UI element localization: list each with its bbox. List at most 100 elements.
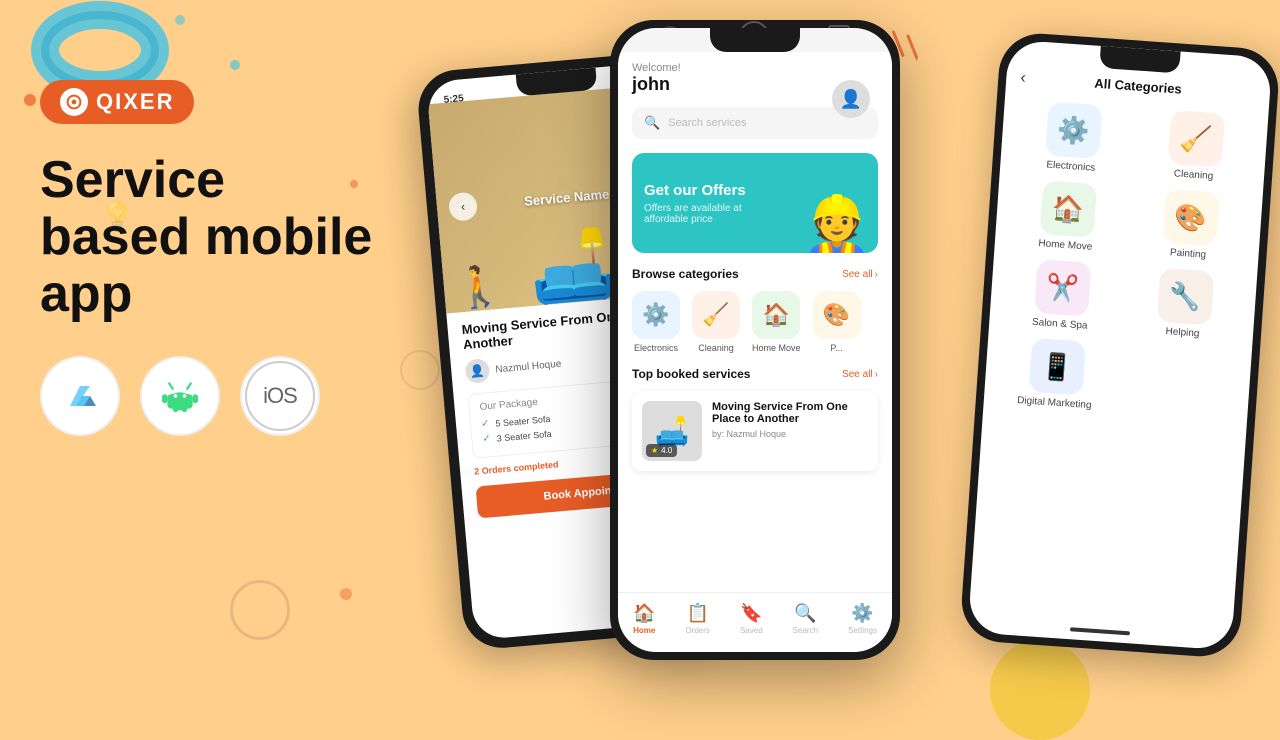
home-move-icon: 🏠 (752, 291, 800, 339)
phone3-helping-label: Helping (1165, 326, 1200, 339)
brand-logo (60, 88, 88, 116)
phone3-helping-icon: 🔧 (1156, 268, 1214, 326)
cat-painting[interactable]: 🎨 P... (813, 291, 861, 353)
nav-settings[interactable]: ⚙️ Settings (848, 603, 877, 635)
phone3-cat-digital[interactable]: 📱 Digital Marketing (998, 336, 1116, 413)
phone-1-avatar: 👤 (464, 358, 490, 384)
top-booked-header: Top booked services See all › (632, 367, 878, 381)
deco-dot-3 (340, 588, 352, 600)
banner-person: 👷 (802, 197, 872, 253)
phone-3-back-button[interactable]: ‹ (1020, 69, 1027, 87)
left-content: QIXER Service based mobile app (40, 80, 380, 436)
booked-card-author: by: Nazmul Hoque (712, 429, 868, 439)
phone-2-categories: ⚙️ Electronics 🧹 Cleaning 🏠 Home Move 🎨 … (632, 291, 878, 353)
browse-section-header: Browse categories See all › (632, 267, 878, 281)
phone-2-user-icon: 👤 (832, 80, 870, 118)
search-nav-icon: 🔍 (794, 603, 816, 624)
phone-2-body: Welcome! john 👤 🔍 Search services Get ou… (618, 52, 892, 616)
phone-3-screen: ‹ All Categories ⚙️ Electronics 🧹 Cleani… (968, 40, 1273, 651)
rating-badge: ★ 4.0 (646, 444, 677, 457)
phone-2-welcome: Welcome! (632, 62, 878, 74)
cat-cleaning-label: Cleaning (698, 343, 734, 353)
booked-card-image: 🛋️ ★ 4.0 (642, 401, 702, 461)
cat-electronics[interactable]: ⚙️ Electronics (632, 291, 680, 353)
settings-nav-icon: ⚙️ (851, 603, 873, 624)
phone3-electronics-label: Electronics (1046, 159, 1096, 173)
top-booked-see-all[interactable]: See all › (842, 369, 878, 380)
rating-value: 4.0 (661, 446, 672, 455)
phone-2-notch (710, 28, 800, 52)
phone3-cat-home-move[interactable]: 🏠 Home Move (1009, 178, 1127, 255)
saved-nav-label: Saved (740, 626, 763, 635)
phone3-home-move-icon: 🏠 (1039, 180, 1097, 238)
settings-nav-label: Settings (848, 626, 877, 635)
painting-icon: 🎨 (813, 291, 861, 339)
phone3-cat-painting[interactable]: 🎨 Painting (1131, 187, 1249, 264)
phone-2-screen: Welcome! john 👤 🔍 Search services Get ou… (618, 28, 892, 652)
phone3-digital-label: Digital Marketing (1017, 395, 1092, 411)
phone-1-time: 5:25 (443, 93, 464, 106)
booked-card-title: Moving Service From One Place to Another (712, 401, 868, 425)
phone3-cat-helping[interactable]: 🔧 Helping (1126, 266, 1244, 343)
nav-orders[interactable]: 📋 Orders (685, 603, 709, 635)
nav-search[interactable]: 🔍 Search (793, 603, 818, 635)
home-nav-label: Home (633, 626, 655, 635)
phone3-cat-cleaning[interactable]: 🧹 Cleaning (1137, 108, 1255, 185)
cleaning-icon: 🧹 (692, 291, 740, 339)
headline: Service based mobile app (40, 152, 380, 324)
deco-circle-1 (230, 580, 290, 640)
phone-3: ‹ All Categories ⚙️ Electronics 🧹 Cleani… (959, 31, 1280, 659)
brand-badge: QIXER (40, 80, 194, 124)
phone3-cat-electronics[interactable]: ⚙️ Electronics (1014, 99, 1132, 176)
phone3-salon-icon: ✂️ (1034, 259, 1092, 317)
android-badge (140, 356, 220, 436)
ios-badge: iOS (240, 356, 320, 436)
ios-label: iOS (245, 361, 315, 431)
top-booked-title: Top booked services (632, 367, 750, 381)
phone3-electronics-icon: ⚙️ (1045, 101, 1103, 159)
cat-electronics-label: Electronics (634, 343, 678, 353)
home-nav-icon: 🏠 (633, 603, 655, 624)
cat-cleaning[interactable]: 🧹 Cleaning (692, 291, 740, 353)
saved-nav-icon: 🔖 (740, 603, 762, 624)
phone-2-banner: Get our Offers Offers are available at a… (632, 153, 878, 253)
search-nav-label: Search (793, 626, 818, 635)
cat-home-move-label: Home Move (752, 343, 801, 353)
phone3-digital-icon: 📱 (1028, 338, 1086, 396)
bottom-bar (1070, 627, 1130, 635)
phone-1-author-name: Nazmul Hoque (495, 358, 562, 375)
booked-card-content: Moving Service From One Place to Another… (712, 401, 868, 461)
phone-3-header-title: All Categories (1094, 76, 1182, 97)
phone-2: Welcome! john 👤 🔍 Search services Get ou… (610, 20, 900, 660)
phone3-cat-salon[interactable]: ✂️ Salon & Spa (1003, 257, 1121, 334)
phone3-painting-label: Painting (1170, 247, 1207, 260)
phones-area: 5:25 ▪▪▪ 📶 🛋️ 🚶 🚶 Service Name ‹ Moving … (380, 0, 1280, 720)
star-icon: ★ (651, 446, 658, 455)
electronics-icon: ⚙️ (632, 291, 680, 339)
phone3-painting-icon: 🎨 (1162, 189, 1220, 247)
brand-name: QIXER (96, 89, 174, 115)
cat-home-move[interactable]: 🏠 Home Move (752, 291, 801, 353)
nav-saved[interactable]: 🔖 Saved (740, 603, 763, 635)
browse-see-all[interactable]: See all › (842, 269, 878, 280)
phone-2-bottom-nav: 🏠 Home 📋 Orders 🔖 Saved 🔍 Search ⚙️ (618, 592, 892, 652)
deco-dot-1 (230, 60, 240, 70)
platform-badges: iOS (40, 356, 380, 436)
flutter-badge (40, 356, 120, 436)
search-icon: 🔍 (644, 115, 660, 131)
orders-nav-label: Orders (685, 626, 709, 635)
cat-painting-label: P... (830, 343, 842, 353)
phone-3-bottom-indicator (968, 620, 1232, 642)
banner-subtitle: Offers are available at affordable price (644, 203, 774, 225)
search-placeholder: Search services (668, 117, 746, 129)
phone-3-categories-grid: ⚙️ Electronics 🧹 Cleaning 🏠 Home Move 🎨 … (983, 88, 1269, 432)
phone3-salon-label: Salon & Spa (1032, 317, 1088, 332)
booked-card[interactable]: 🛋️ ★ 4.0 Moving Service From One Place t… (632, 391, 878, 471)
phone3-cleaning-icon: 🧹 (1167, 110, 1225, 168)
orders-completed: 2 Orders completed (474, 459, 559, 476)
browse-section-title: Browse categories (632, 267, 739, 281)
orders-nav-icon: 📋 (686, 603, 708, 624)
phone3-cleaning-label: Cleaning (1173, 168, 1213, 182)
nav-home[interactable]: 🏠 Home (633, 603, 655, 635)
phone3-home-move-label: Home Move (1038, 238, 1093, 253)
